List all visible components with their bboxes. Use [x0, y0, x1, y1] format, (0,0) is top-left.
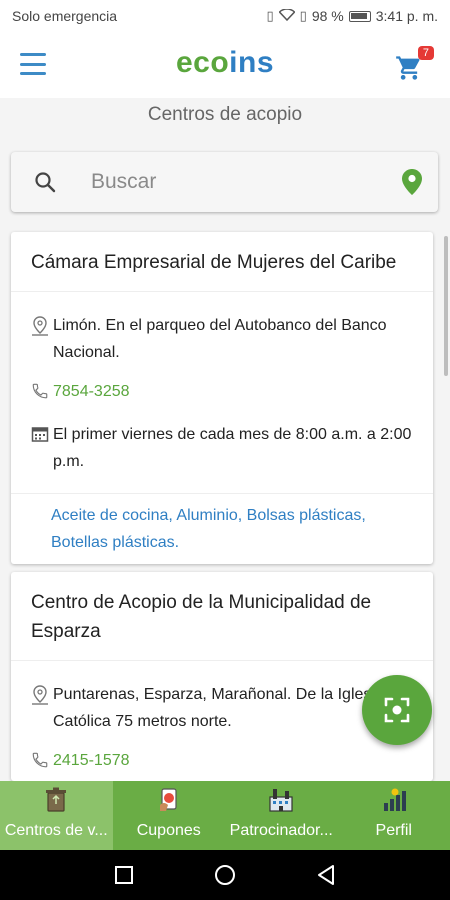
nav-centros[interactable]: Centros de v...: [0, 781, 113, 850]
location-pin-icon[interactable]: [402, 169, 422, 200]
clock: 3:41 p. m.: [375, 8, 438, 24]
vibrate-icon: ▯: [266, 8, 274, 23]
scrollbar[interactable]: [444, 236, 448, 376]
nav-label: Centros de v...: [4, 822, 108, 839]
location-outline-icon: [31, 312, 53, 366]
status-icons: ▯ ▯ 98 % 3:41 p. m.: [266, 7, 438, 24]
profile-chart-icon: [381, 787, 407, 818]
nav-label: Patrocinador...: [229, 822, 333, 839]
app-bar: ecoins 7: [0, 32, 450, 98]
search-bar: [11, 152, 438, 212]
address-row: Puntarenas, Esparza, Marañonal. De la Ig…: [31, 681, 413, 735]
factory-icon: [268, 787, 294, 818]
phone-row: 7854-3258: [31, 378, 413, 409]
center-address: Puntarenas, Esparza, Marañonal. De la Ig…: [53, 686, 384, 730]
calendar-icon: [31, 421, 53, 475]
center-name: Centro de Acopio de la Municipalidad de …: [11, 572, 433, 661]
center-card[interactable]: Centro de Acopio de la Municipalidad de …: [11, 572, 433, 781]
battery-percent: 98 %: [311, 8, 344, 24]
recycle-bin-icon: [45, 787, 67, 818]
coupon-icon: [158, 787, 180, 818]
address-row: Limón. En el parqueo del Autobanco del B…: [31, 312, 413, 366]
scan-icon: [384, 697, 410, 723]
cart-badge: 7: [417, 46, 434, 60]
center-details: Limón. En el parqueo del Autobanco del B…: [11, 292, 433, 493]
scan-button[interactable]: [362, 675, 432, 745]
center-phone[interactable]: 2415-1578: [53, 747, 130, 778]
nav-label: Perfil: [375, 822, 412, 839]
nav-label: Cupones: [136, 822, 201, 839]
system-navigation-bar: [0, 850, 450, 900]
search-input[interactable]: [91, 166, 391, 198]
center-schedule: El primer viernes de cada mes de 8:00 a.…: [53, 426, 412, 470]
back-icon[interactable]: [316, 864, 336, 886]
center-materials[interactable]: Aceite de cocina, Aluminio, Bolsas plást…: [11, 493, 433, 564]
center-name: Cámara Empresarial de Mujeres del Caribe: [11, 232, 433, 292]
cart-button[interactable]: 7: [394, 46, 434, 82]
wifi-icon: [278, 7, 296, 24]
center-card[interactable]: Cámara Empresarial de Mujeres del Caribe…: [11, 232, 433, 564]
home-icon[interactable]: [214, 864, 236, 886]
status-bar: Solo emergencia ▯ ▯ 98 % 3:41 p. m.: [0, 0, 450, 32]
battery-icon: [348, 10, 371, 22]
phone-icon: [31, 747, 53, 778]
bottom-navigation: Centros de v... Cupones Patrocinador... …: [0, 781, 450, 850]
phone-icon: [31, 378, 53, 409]
location-outline-icon: [31, 681, 53, 735]
battery-saver-icon: ▯: [299, 8, 307, 23]
nav-perfil[interactable]: Perfil: [338, 781, 450, 850]
center-phone[interactable]: 7854-3258: [53, 378, 130, 409]
center-address: Limón. En el parqueo del Autobanco del B…: [53, 317, 387, 361]
recent-apps-icon[interactable]: [114, 865, 134, 885]
page-title: Centros de acopio: [147, 104, 303, 125]
nav-patrocinadores[interactable]: Patrocinador...: [225, 781, 338, 850]
app-logo: ecoins: [175, 46, 275, 79]
search-icon[interactable]: [33, 170, 57, 199]
phone-row: 2415-1578: [31, 747, 413, 778]
schedule-row: El primer viernes de cada mes de 8:00 a.…: [31, 421, 413, 475]
nav-cupones[interactable]: Cupones: [113, 781, 226, 850]
carrier-text: Solo emergencia: [12, 8, 118, 24]
